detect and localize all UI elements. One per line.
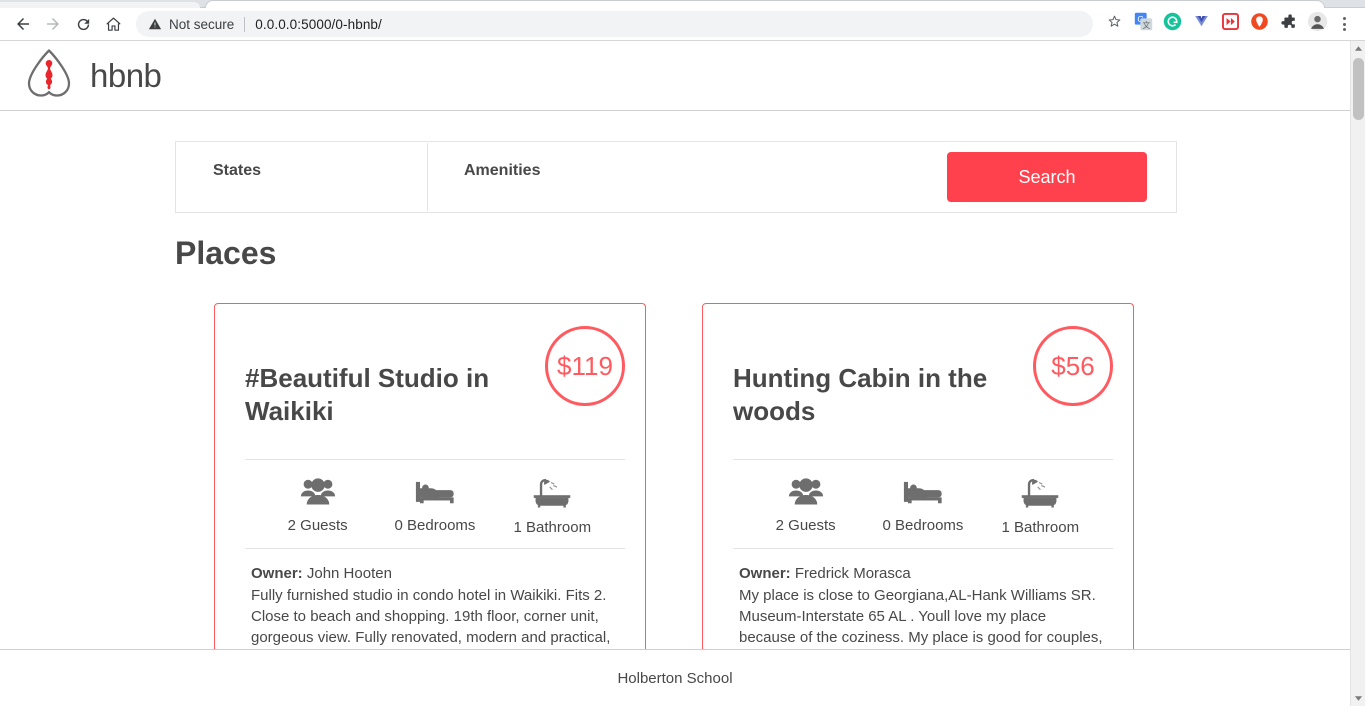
three-dot-menu-icon: [1342, 22, 1346, 26]
extension-menu-button[interactable]: [1274, 10, 1302, 38]
page-content: States Amenities Search Places #Beautifu…: [0, 141, 1350, 693]
bathrooms-info: 1 Bathroom: [494, 476, 610, 536]
browser-window: Not secure 0.0.0.0:5000/0-hbnb/ G 文: [0, 0, 1365, 706]
star-outline-icon: [1106, 13, 1123, 35]
place-info-row: 2 Guests 0 Bedrooms 1 Bathroom: [733, 458, 1113, 549]
bath-shower-icon: [531, 476, 573, 513]
scroll-down-button[interactable]: [1351, 691, 1365, 706]
profile-button[interactable]: [1303, 10, 1331, 38]
extension-adblock[interactable]: [1245, 10, 1273, 38]
browser-toolbar: Not secure 0.0.0.0:5000/0-hbnb/ G 文: [0, 8, 1365, 41]
bedrooms-info: 0 Bedrooms: [377, 476, 493, 536]
address-bar[interactable]: Not secure 0.0.0.0:5000/0-hbnb/: [136, 11, 1093, 37]
home-icon: [105, 16, 122, 33]
page-viewport: hbnb States Amenities Search Places #Bea…: [0, 41, 1365, 706]
bath-shower-icon: [1019, 476, 1061, 513]
tab-active[interactable]: [205, 0, 1325, 8]
guests-label: 2 Guests: [775, 516, 836, 534]
amenities-filter-label: Amenities: [464, 162, 541, 179]
guests-group-icon: [300, 476, 336, 511]
home-button[interactable]: [98, 10, 128, 38]
extension-video-speed-controller[interactable]: [1216, 10, 1244, 38]
not-secure-warning-icon[interactable]: [148, 17, 162, 31]
browser-menu-button[interactable]: [1331, 10, 1357, 38]
extensions-puzzle-icon: [1279, 12, 1298, 36]
owner-label: Owner:: [251, 564, 303, 582]
browser-tab-strip[interactable]: [0, 0, 1365, 8]
svg-text:文: 文: [1142, 20, 1150, 30]
owner-line: Owner: Fredrick Morasca: [739, 565, 1105, 582]
vertical-scrollbar[interactable]: [1350, 41, 1365, 706]
forward-button[interactable]: [38, 10, 68, 38]
bookmark-button[interactable]: [1099, 10, 1129, 38]
site-logo[interactable]: hbnb: [22, 45, 162, 106]
extension-honey[interactable]: [1187, 10, 1215, 38]
owner-name: John Hooten: [306, 564, 392, 582]
place-card[interactable]: #Beautiful Studio in Waikiki $119 2 Gues…: [214, 303, 646, 693]
owner-label: Owner:: [739, 564, 791, 582]
guests-group-icon: [788, 476, 824, 511]
guests-label: 2 Guests: [287, 516, 348, 534]
owner-line: Owner: John Hooten: [251, 565, 617, 582]
three-dot-menu-icon: [1342, 17, 1346, 20]
scroll-up-arrow-icon: [1354, 41, 1363, 58]
place-title: #Beautiful Studio in Waikiki: [245, 362, 490, 427]
back-button[interactable]: [8, 10, 38, 38]
three-dot-menu-icon: [1342, 28, 1346, 31]
bathrooms-label: 1 Bathroom: [1001, 518, 1080, 536]
places-grid: #Beautiful Studio in Waikiki $119 2 Gues…: [214, 303, 1350, 693]
honey-icon: [1192, 12, 1211, 36]
site-footer: Holberton School: [0, 649, 1350, 706]
search-button-wrap: Search: [947, 142, 1176, 212]
place-card-header: Hunting Cabin in the woods $56: [733, 324, 1113, 451]
bedrooms-info: 0 Bedrooms: [865, 476, 981, 536]
price-badge: $119: [545, 326, 625, 406]
bedrooms-label: 0 Bedrooms: [882, 516, 964, 534]
hbnb-belo-logo-icon: [22, 45, 76, 106]
omnibox-divider: [244, 16, 246, 32]
price-badge: $56: [1033, 326, 1113, 406]
place-card[interactable]: Hunting Cabin in the woods $56 2 Guests …: [702, 303, 1134, 693]
bathrooms-label: 1 Bathroom: [513, 518, 592, 536]
extensions-area: G 文: [1129, 10, 1331, 38]
scroll-down-arrow-icon: [1354, 690, 1363, 706]
scrollbar-thumb[interactable]: [1353, 58, 1364, 120]
reload-button[interactable]: [68, 10, 98, 38]
web-page: hbnb States Amenities Search Places #Bea…: [0, 41, 1350, 706]
states-filter-label: States: [213, 162, 262, 179]
reload-icon: [75, 16, 92, 33]
url-text: 0.0.0.0:5000/0-hbnb/: [255, 16, 382, 32]
guests-info: 2 Guests: [260, 476, 376, 536]
bed-icon: [903, 476, 943, 511]
extension-grammarly[interactable]: [1158, 10, 1186, 38]
arrow-right-icon: [44, 15, 62, 33]
security-status-label: Not secure: [169, 16, 235, 32]
scroll-up-button[interactable]: [1351, 41, 1365, 56]
place-info-row: 2 Guests 0 Bedrooms 1 Bathroom: [245, 458, 625, 549]
search-filters-bar: States Amenities Search: [175, 141, 1177, 213]
place-title: Hunting Cabin in the woods: [733, 362, 988, 427]
amenities-filter[interactable]: Amenities: [427, 142, 678, 212]
bed-icon: [415, 476, 455, 511]
search-button[interactable]: Search: [947, 152, 1147, 202]
profile-avatar-icon: [1307, 11, 1328, 37]
guests-info: 2 Guests: [748, 476, 864, 536]
video-speed-controller-icon: [1221, 12, 1240, 36]
google-translate-icon: G 文: [1134, 12, 1153, 36]
footer-text: Holberton School: [617, 669, 733, 687]
site-logo-text: hbnb: [90, 56, 162, 94]
page-title: Places: [175, 235, 277, 271]
extension-google-translate[interactable]: G 文: [1129, 10, 1157, 38]
adblock-icon: [1250, 12, 1269, 36]
bathrooms-info: 1 Bathroom: [982, 476, 1098, 536]
place-card-header: #Beautiful Studio in Waikiki $119: [245, 324, 625, 451]
arrow-left-icon: [14, 15, 32, 33]
grammarly-icon: [1163, 12, 1182, 36]
owner-name: Fredrick Morasca: [794, 564, 911, 582]
site-header: hbnb: [0, 41, 1350, 111]
states-filter[interactable]: States: [176, 142, 427, 212]
bedrooms-label: 0 Bedrooms: [394, 516, 476, 534]
